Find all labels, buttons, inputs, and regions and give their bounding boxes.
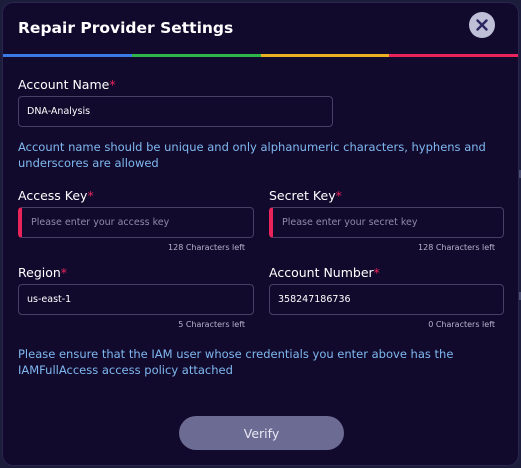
access-key-input[interactable] bbox=[18, 207, 254, 238]
verify-button[interactable]: Verify bbox=[179, 416, 344, 450]
secret-key-counter: 128 Characters left bbox=[418, 243, 495, 252]
secret-key-label: Secret Key* bbox=[269, 188, 342, 203]
divider-segment-yellow bbox=[260, 54, 390, 57]
account-name-input[interactable] bbox=[18, 96, 333, 127]
iam-policy-note: Please ensure that the IAM user whose cr… bbox=[18, 347, 454, 377]
rainbow-divider bbox=[3, 54, 518, 57]
access-key-label-text: Access Key bbox=[18, 188, 88, 203]
account-number-label-text: Account Number bbox=[269, 265, 374, 280]
account-name-label-text: Account Name bbox=[18, 77, 110, 92]
access-key-label: Access Key* bbox=[18, 188, 94, 203]
secret-key-label-text: Secret Key bbox=[269, 188, 336, 203]
region-input[interactable] bbox=[18, 284, 254, 315]
required-asterisk: * bbox=[60, 265, 68, 280]
close-button[interactable] bbox=[469, 12, 495, 38]
account-number-counter: 0 Characters left bbox=[428, 320, 495, 329]
region-counter: 5 Characters left bbox=[178, 320, 245, 329]
account-number-input[interactable] bbox=[269, 284, 504, 315]
account-name-label: Account Name* bbox=[18, 77, 116, 92]
dialog-title: Repair Provider Settings bbox=[18, 19, 234, 37]
required-asterisk: * bbox=[109, 77, 116, 92]
secret-key-input[interactable] bbox=[269, 207, 504, 238]
close-icon bbox=[476, 19, 488, 31]
divider-segment-red bbox=[389, 54, 518, 57]
region-label: Region* bbox=[18, 265, 67, 280]
required-asterisk: * bbox=[87, 188, 94, 203]
account-number-label: Account Number* bbox=[269, 265, 380, 280]
required-asterisk: * bbox=[335, 188, 342, 203]
required-asterisk: * bbox=[373, 265, 380, 280]
divider-segment-green bbox=[131, 54, 261, 57]
repair-provider-dialog: Repair Provider Settings Account Name* A… bbox=[3, 3, 518, 465]
account-name-hint: Account name should be unique and only a… bbox=[18, 140, 486, 170]
access-key-counter: 128 Characters left bbox=[168, 243, 245, 252]
divider-segment-blue bbox=[3, 54, 132, 57]
region-label-text: Region bbox=[18, 265, 61, 280]
